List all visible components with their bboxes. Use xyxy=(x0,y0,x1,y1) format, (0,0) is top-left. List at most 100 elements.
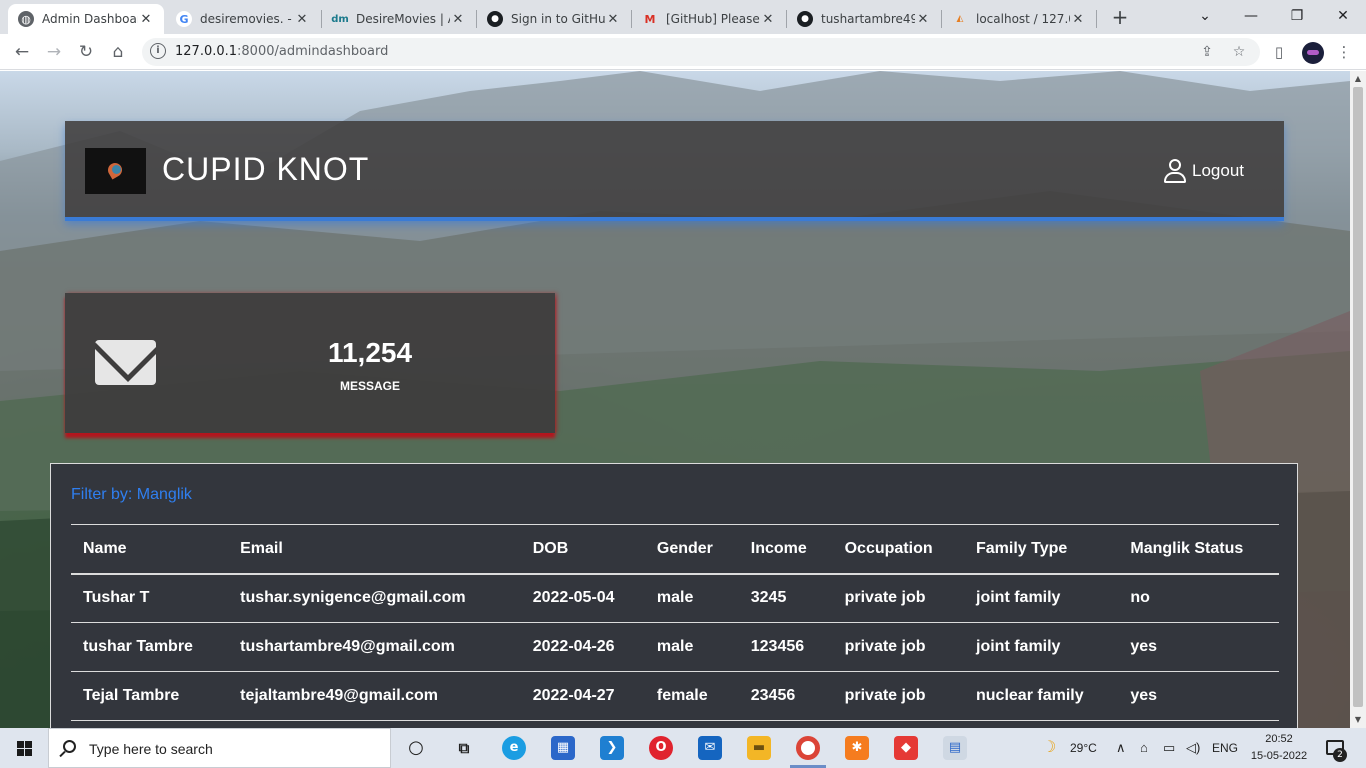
table-row: Tejal Tambre tejaltambre49@gmail.com 202… xyxy=(71,671,1279,721)
cell-email: tejaltambre49@gmail.com xyxy=(228,671,521,721)
close-window-button[interactable]: ✕ xyxy=(1320,0,1366,34)
column-header-occupation: Occupation xyxy=(832,524,964,575)
url-text[interactable]: 127.0.0.1:8000/admindashboard xyxy=(175,44,388,59)
taskbar-search-box[interactable]: Type here to search xyxy=(48,728,391,768)
tab-label: DesireMovies | Al xyxy=(356,12,450,26)
back-arrow-icon[interactable]: ← xyxy=(10,40,34,64)
microsoft-store-icon[interactable]: ▦ xyxy=(551,736,575,760)
task-view-icon[interactable]: ⧉ xyxy=(452,736,476,760)
tab-phpmyadmin[interactable]: ◭ localhost / 127.0. ✕ xyxy=(942,4,1096,34)
tab-close-icon[interactable]: ✕ xyxy=(760,12,776,27)
column-header-name: Name xyxy=(71,524,229,575)
cell-name: tushar Tambre xyxy=(71,622,229,672)
network-icon[interactable]: ⌂ xyxy=(1140,728,1148,768)
minimize-button[interactable]: — xyxy=(1228,0,1274,34)
language-indicator[interactable]: ENG xyxy=(1212,728,1238,768)
message-count: 11,254 xyxy=(327,337,413,368)
cell-email: tushartambre49@gmail.com xyxy=(228,622,521,672)
tab-github-repo[interactable]: ● tushartambre49/ ✕ xyxy=(787,4,941,34)
cell-occupation: private job xyxy=(832,573,964,623)
tab-desiremovies[interactable]: dm DesireMovies | Al ✕ xyxy=(322,4,476,34)
cell-family-type: nuclear family xyxy=(964,671,1119,721)
address-bar[interactable]: i 127.0.0.1:8000/admindashboard ⇪ ☆ xyxy=(142,38,1260,66)
profile-avatar[interactable] xyxy=(1302,42,1324,64)
tab-close-icon[interactable]: ✕ xyxy=(915,12,931,27)
menu-kebab-icon[interactable]: ⋮ xyxy=(1333,41,1355,63)
xampp-icon[interactable]: ✱ xyxy=(845,736,869,760)
opera-icon[interactable]: O xyxy=(649,736,673,760)
clock-time: 20:52 xyxy=(1265,733,1293,745)
share-icon[interactable]: ⇪ xyxy=(1198,43,1216,61)
reload-icon[interactable]: ↻ xyxy=(74,40,98,64)
message-count-label: MESSAGE xyxy=(339,379,400,393)
cell-manglik-status: yes xyxy=(1118,671,1279,721)
cell-occupation: private job xyxy=(832,622,964,672)
battery-icon[interactable]: ▭ xyxy=(1163,728,1175,768)
volume-icon[interactable]: ◁) xyxy=(1186,728,1200,768)
tab-admin-dashboard[interactable]: ◍ Admin Dashboard ✕ xyxy=(8,4,164,34)
mail-icon[interactable]: ✉ xyxy=(698,736,722,760)
anydesk-icon[interactable]: ◆ xyxy=(894,736,918,760)
cell-manglik-status: no xyxy=(1118,573,1279,623)
bookmark-star-icon[interactable]: ☆ xyxy=(1230,43,1248,61)
site-info-icon[interactable]: i xyxy=(150,43,166,59)
weather-temperature[interactable]: 29°C xyxy=(1070,728,1097,768)
column-header-family-type: Family Type xyxy=(964,524,1119,575)
maximize-button[interactable]: ❐ xyxy=(1274,0,1320,34)
tab-label: desiremovies. - G xyxy=(200,12,294,26)
page-viewport: CUPID KNOT Logout 11,254 MESSAGE Filter … xyxy=(0,71,1350,728)
github-icon: ● xyxy=(487,11,503,27)
tab-close-icon[interactable]: ✕ xyxy=(605,12,621,27)
column-header-email: Email xyxy=(228,524,521,575)
search-icon xyxy=(63,740,76,753)
url-host: 127.0.0.1 xyxy=(175,44,238,59)
app-window-icon[interactable]: ▤ xyxy=(943,736,967,760)
tab-close-icon[interactable]: ✕ xyxy=(450,12,466,27)
tab-close-icon[interactable]: ✕ xyxy=(138,12,154,27)
tab-label: localhost / 127.0. xyxy=(976,12,1070,26)
tab-gmail[interactable]: M [GitHub] Please r ✕ xyxy=(632,4,786,34)
tab-close-icon[interactable]: ✕ xyxy=(1070,12,1086,27)
new-tab-button[interactable]: + xyxy=(1108,6,1132,30)
cell-dob: 2022-04-26 xyxy=(520,622,645,672)
column-header-income: Income xyxy=(738,524,833,575)
chrome-icon[interactable] xyxy=(796,736,820,760)
cell-income: 3245 xyxy=(738,573,833,623)
cupid-knot-logo[interactable] xyxy=(85,148,146,194)
scroll-down-arrow-icon[interactable]: ▼ xyxy=(1350,712,1366,728)
cell-gender: female xyxy=(644,671,739,721)
logout-button[interactable]: Logout xyxy=(1164,159,1244,183)
tab-github-signin[interactable]: ● Sign in to GitHub ✕ xyxy=(477,4,631,34)
column-header-dob: DOB xyxy=(520,524,645,575)
tab-search-chevron-icon[interactable]: ⌄ xyxy=(1182,0,1228,34)
cell-gender: male xyxy=(644,622,739,672)
cell-manglik-status: yes xyxy=(1118,622,1279,672)
tab-google-search[interactable]: G desiremovies. - G ✕ xyxy=(166,4,320,34)
cortana-icon[interactable]: ○ xyxy=(404,736,428,760)
page-scrollbar[interactable]: ▲ ▼ xyxy=(1350,71,1366,728)
tab-label: Sign in to GitHub xyxy=(511,12,605,26)
tray-chevron-up-icon[interactable]: ∧ xyxy=(1116,728,1126,768)
scroll-up-arrow-icon[interactable]: ▲ xyxy=(1350,71,1366,87)
weather-moon-icon[interactable]: ☽ xyxy=(1042,728,1056,768)
gmail-icon: M xyxy=(644,12,656,26)
scrollbar-thumb[interactable] xyxy=(1353,87,1363,707)
filter-by-manglik-link[interactable]: Filter by: Manglik xyxy=(71,486,192,504)
cell-name: Tushar T xyxy=(71,573,229,623)
column-header-gender: Gender xyxy=(644,524,739,575)
file-explorer-icon[interactable]: ▬ xyxy=(747,736,771,760)
forward-arrow-icon[interactable]: → xyxy=(42,40,66,64)
cell-occupation: private job xyxy=(832,671,964,721)
start-button[interactable] xyxy=(0,728,48,768)
windows-taskbar: Type here to search ○ ⧉ e ▦ ❯ O ✉ ▬ ✱ ◆ … xyxy=(0,728,1366,768)
globe-icon: ◍ xyxy=(18,11,34,27)
side-panel-icon[interactable]: ▯ xyxy=(1268,41,1290,63)
edge-icon[interactable]: e xyxy=(502,736,526,760)
system-clock[interactable]: 20:52 15-05-2022 xyxy=(1244,731,1314,765)
brand-title[interactable]: CUPID KNOT xyxy=(162,151,369,188)
tab-close-icon[interactable]: ✕ xyxy=(294,12,310,27)
home-icon[interactable]: ⌂ xyxy=(106,40,130,64)
cell-dob: 2022-05-04 xyxy=(520,573,645,623)
cell-income: 23456 xyxy=(738,671,833,721)
vscode-icon[interactable]: ❯ xyxy=(600,736,624,760)
